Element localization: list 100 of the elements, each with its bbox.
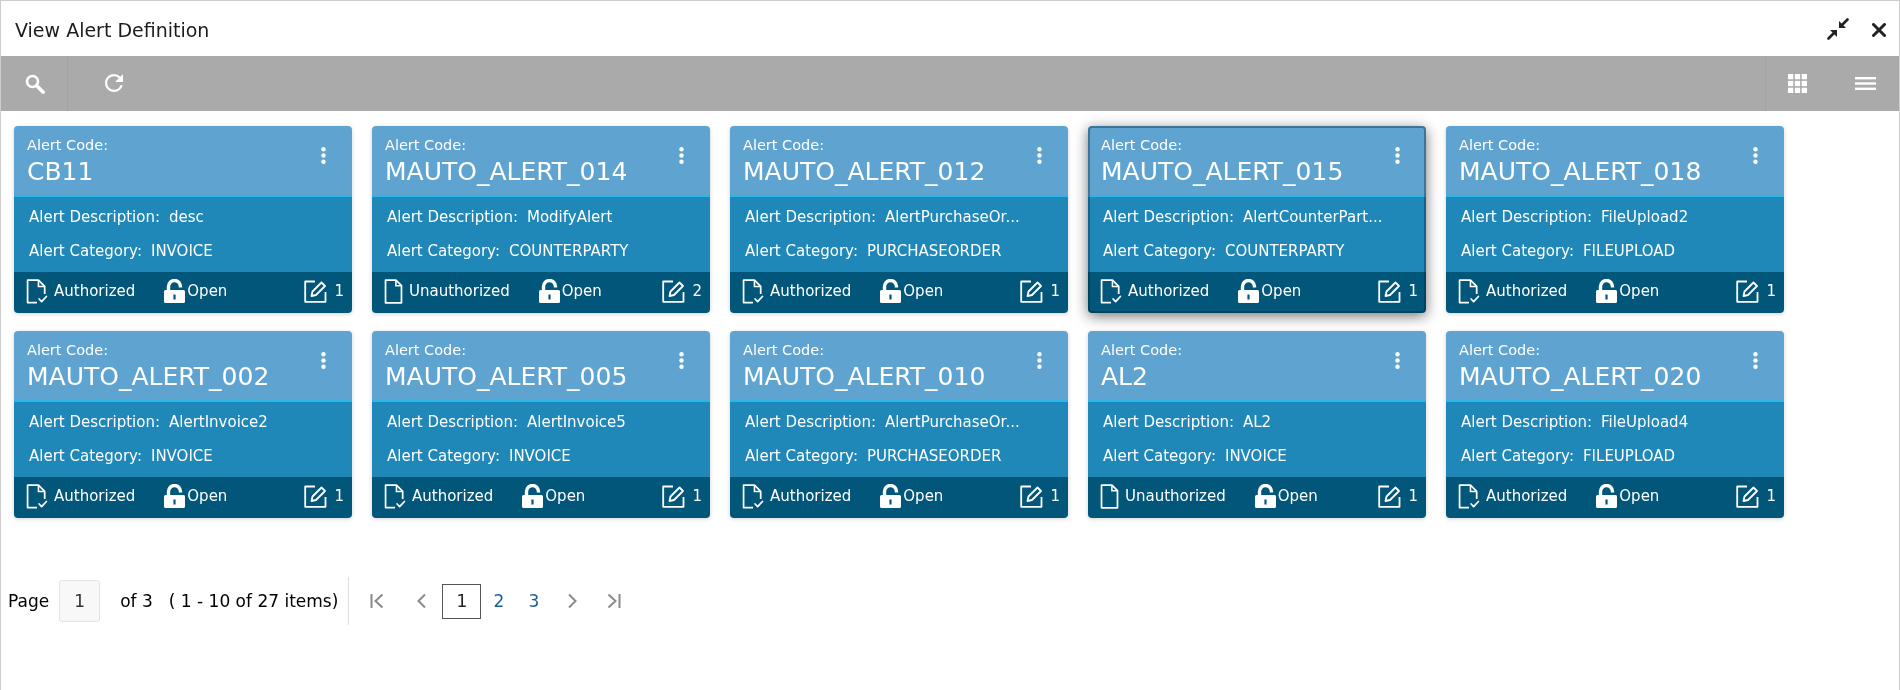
more-options-icon[interactable] [1037,147,1042,164]
edit-icon[interactable] [1020,484,1044,508]
document-check-icon [1100,278,1122,304]
alert-card[interactable]: Alert Code: MAUTO_ALERT_015 Alert Description: AlertCounterPart... Alert Category: COUNTERPARTY Authorized Open 1 [1088,126,1426,313]
edit-icon[interactable] [1736,279,1760,303]
field-label: Alert Category: [29,447,142,465]
field-value: FileUpload2 [1600,208,1689,226]
page-button[interactable]: 2 [481,583,517,619]
edit-count: 2 [692,282,702,300]
more-options-icon[interactable] [321,352,326,369]
more-options-icon[interactable] [1395,147,1400,164]
alert-code: MAUTO_ALERT_012 [743,157,986,187]
field-value: FILEUPLOAD [1582,242,1676,260]
more-options-icon[interactable] [1753,147,1758,164]
edit-icon[interactable] [662,279,686,303]
lock-status-text: Open [187,282,228,300]
alert-card[interactable]: Alert Code: CB11 Alert Description: desc Alert Category: INVOICE Authorized Open 1 [14,126,352,313]
field-label: Alert Description: [29,413,160,431]
document-check-icon [742,278,764,304]
alert-code: MAUTO_ALERT_020 [1459,362,1702,392]
edit-icon[interactable] [1736,484,1760,508]
more-options-icon[interactable] [1753,352,1758,369]
grid-view-icon[interactable] [1788,74,1807,93]
page-total-text: of 3 [120,591,153,611]
field-label: Alert Description: [1461,208,1592,226]
field-value: AlertInvoice5 [526,413,626,431]
alert-card[interactable]: Alert Code: MAUTO_ALERT_020 Alert Description: FileUpload4 Alert Category: FILEUPLOAD Authorized Open 1 [1446,331,1784,518]
code-label: Alert Code: [385,341,467,359]
open-padlock-icon [1596,484,1618,508]
alert-card[interactable]: Alert Code: MAUTO_ALERT_005 Alert Description: AlertInvoice5 Alert Category: INVOICE Authorized Open 1 [372,331,710,518]
open-padlock-icon [164,484,186,508]
previous-page-icon[interactable] [417,593,427,609]
edit-count: 1 [1408,487,1418,505]
status-text: Authorized [1486,487,1568,505]
status-text: Authorized [770,487,852,505]
page-label: Page [8,591,50,611]
document-icon [384,278,403,304]
more-options-icon[interactable] [1395,352,1400,369]
alert-code: CB11 [27,157,94,187]
page-input[interactable]: 1 [59,580,101,622]
next-page-icon[interactable] [568,593,578,609]
field-label: Alert Description: [29,208,160,226]
status-text: Authorized [54,487,136,505]
edit-icon[interactable] [1378,484,1402,508]
close-icon[interactable] [1872,22,1886,37]
edit-icon[interactable] [1378,279,1402,303]
last-page-icon[interactable] [607,593,622,609]
alert-card[interactable]: Alert Code: MAUTO_ALERT_012 Alert Description: AlertPurchaseOr... Alert Category: PURCHASEORDER Authorized Open 1 [730,126,1068,313]
more-options-icon[interactable] [1037,352,1042,369]
document-check-icon [26,278,48,304]
alert-code: MAUTO_ALERT_014 [385,157,628,187]
edit-count: 1 [1766,282,1776,300]
first-page-icon[interactable] [370,593,385,609]
field-label: Alert Description: [1103,413,1234,431]
field-value: COUNTERPARTY [508,242,629,260]
open-padlock-icon [880,279,902,303]
field-value: AlertInvoice2 [168,413,268,431]
field-value: FILEUPLOAD [1582,447,1676,465]
field-label: Alert Description: [387,208,518,226]
more-options-icon[interactable] [321,147,326,164]
code-label: Alert Code: [1101,136,1183,154]
open-padlock-icon [538,279,560,303]
refresh-icon[interactable] [105,73,123,92]
code-label: Alert Code: [27,341,109,359]
field-value: FileUpload4 [1600,413,1689,431]
list-view-icon[interactable] [1855,77,1876,90]
document-check-icon [742,483,764,509]
lock-status-text: Open [545,487,586,505]
more-options-icon[interactable] [679,147,684,164]
code-label: Alert Code: [743,136,825,154]
collapse-icon[interactable] [1827,17,1849,40]
page-button[interactable]: 3 [516,583,552,619]
page-button[interactable]: 1 [442,583,482,619]
more-options-icon[interactable] [679,352,684,369]
edit-icon[interactable] [662,484,686,508]
code-label: Alert Code: [1459,136,1541,154]
edit-icon[interactable] [304,279,328,303]
alert-card[interactable]: Alert Code: MAUTO_ALERT_014 Alert Description: ModifyAlert Alert Category: COUNTERPARTY Unauthorized Open 2 [372,126,710,313]
field-value: INVOICE [150,447,213,465]
alert-card[interactable]: Alert Code: MAUTO_ALERT_002 Alert Description: AlertInvoice2 Alert Category: INVOICE Authorized Open 1 [14,331,352,518]
field-label: Alert Category: [29,242,142,260]
alert-code: MAUTO_ALERT_005 [385,362,628,392]
lock-status-text: Open [1619,487,1660,505]
code-label: Alert Code: [27,136,109,154]
edit-icon[interactable] [304,484,328,508]
items-summary: ( 1 - 10 of 27 items) [168,591,339,611]
field-label: Alert Category: [1461,447,1574,465]
field-label: Alert Category: [745,447,858,465]
edit-icon[interactable] [1020,279,1044,303]
search-icon[interactable] [25,73,45,94]
alert-card[interactable]: Alert Code: MAUTO_ALERT_018 Alert Description: FileUpload2 Alert Category: FILEUPLOAD Authorized Open 1 [1446,126,1784,313]
alert-card[interactable]: Alert Code: MAUTO_ALERT_010 Alert Description: AlertPurchaseOr... Alert Category: PURCHASEORDER Authorized Open 1 [730,331,1068,518]
open-padlock-icon [164,279,186,303]
edit-count: 1 [1050,282,1060,300]
field-value: AlertCounterPart... [1242,208,1383,226]
field-value: desc [168,208,204,226]
field-label: Alert Category: [1461,242,1574,260]
field-value: AL2 [1242,413,1272,431]
code-label: Alert Code: [743,341,825,359]
alert-card[interactable]: Alert Code: AL2 Alert Description: AL2 Alert Category: INVOICE Unauthorized Open 1 [1088,331,1426,518]
